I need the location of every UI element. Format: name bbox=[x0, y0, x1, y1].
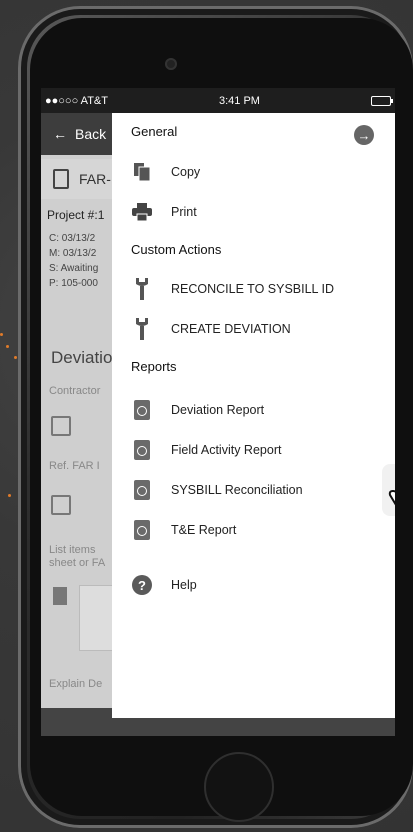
report-icon-3 bbox=[131, 479, 153, 501]
menu-item-deviation-report[interactable]: Deviation Report bbox=[131, 399, 264, 421]
camera-icon bbox=[165, 58, 177, 70]
sheet-label: sheet or FA bbox=[49, 557, 106, 569]
deviation-report-label: Deviation Report bbox=[171, 403, 265, 417]
report-icon-4 bbox=[131, 519, 153, 541]
back-arrow-icon[interactable]: ← bbox=[53, 126, 67, 142]
wrench-icon bbox=[131, 278, 153, 300]
menu-item-print[interactable]: Print bbox=[131, 201, 197, 223]
menu-item-help[interactable]: ? Help bbox=[131, 574, 197, 596]
menu-item-te-report[interactable]: T&E Report bbox=[131, 519, 236, 541]
list-items-label: List items bbox=[49, 544, 96, 556]
ref-far-label: Ref. FAR I bbox=[49, 460, 100, 472]
explain-label: Explain De bbox=[49, 678, 103, 690]
help-label: Help bbox=[171, 578, 197, 592]
document-icon bbox=[53, 169, 69, 189]
field-activity-label: Field Activity Report bbox=[171, 443, 282, 457]
reports-header: Reports bbox=[131, 359, 177, 374]
back-button[interactable]: Back bbox=[75, 126, 106, 142]
status-bar: ●●○○○ AT&T 3:41 PM bbox=[41, 88, 395, 113]
meta-project: P: 105-000 bbox=[49, 278, 98, 289]
meta-status: S: Awaiting bbox=[49, 263, 99, 274]
menu-item-reconcile[interactable]: RECONCILE TO SYSBILL ID bbox=[131, 278, 334, 300]
carrier-label: ●●○○○ AT&T bbox=[45, 94, 108, 107]
copy-label: Copy bbox=[171, 165, 201, 179]
report-icon-2 bbox=[131, 439, 153, 461]
far-title: FAR- bbox=[79, 171, 111, 187]
home-button[interactable] bbox=[204, 752, 274, 822]
action-drawer: General → Copy Print Custom Actions RECO… bbox=[112, 113, 395, 718]
te-report-label: T&E Report bbox=[171, 523, 237, 537]
print-icon bbox=[131, 201, 153, 223]
deviation-title: Deviatio bbox=[51, 348, 113, 367]
edit-icon-2[interactable] bbox=[51, 495, 71, 515]
help-icon: ? bbox=[131, 574, 153, 596]
menu-item-field-activity[interactable]: Field Activity Report bbox=[131, 439, 281, 461]
meta-modified: M: 03/13/2 bbox=[49, 248, 97, 259]
general-header: General bbox=[131, 124, 178, 139]
hand-pointer-icon bbox=[382, 464, 395, 516]
edit-icon[interactable] bbox=[51, 416, 71, 436]
phone-screen: ●●○○○ AT&T 3:41 PM ← Back FAR- Project #… bbox=[41, 88, 395, 736]
time-label: 3:41 PM bbox=[219, 94, 260, 107]
arrow-right-icon[interactable]: → bbox=[354, 125, 374, 145]
reconcile-label: RECONCILE TO SYSBILL ID bbox=[171, 282, 335, 296]
meta-created: C: 03/13/2 bbox=[49, 233, 96, 244]
custom-actions-header: Custom Actions bbox=[131, 242, 222, 257]
menu-item-sysbill[interactable]: SYSBILL Reconciliation bbox=[131, 479, 303, 501]
report-icon bbox=[131, 399, 153, 421]
menu-item-copy[interactable]: Copy bbox=[131, 161, 200, 183]
project-label: Project #:1 bbox=[47, 208, 105, 222]
contractor-label: Contractor bbox=[49, 385, 101, 397]
copy-icon bbox=[131, 161, 153, 183]
battery-icon bbox=[371, 95, 393, 106]
sysbill-label: SYSBILL Reconciliation bbox=[171, 483, 303, 497]
meta-list: C: 03/13/2 M: 03/13/2 S: Awaiting P: 105… bbox=[49, 231, 98, 291]
print-label: Print bbox=[171, 205, 197, 219]
file-icon bbox=[53, 587, 67, 605]
create-deviation-label: CREATE DEVIATION bbox=[171, 322, 291, 336]
wrench-icon-2 bbox=[131, 318, 153, 340]
menu-item-create-deviation[interactable]: CREATE DEVIATION bbox=[131, 318, 291, 340]
